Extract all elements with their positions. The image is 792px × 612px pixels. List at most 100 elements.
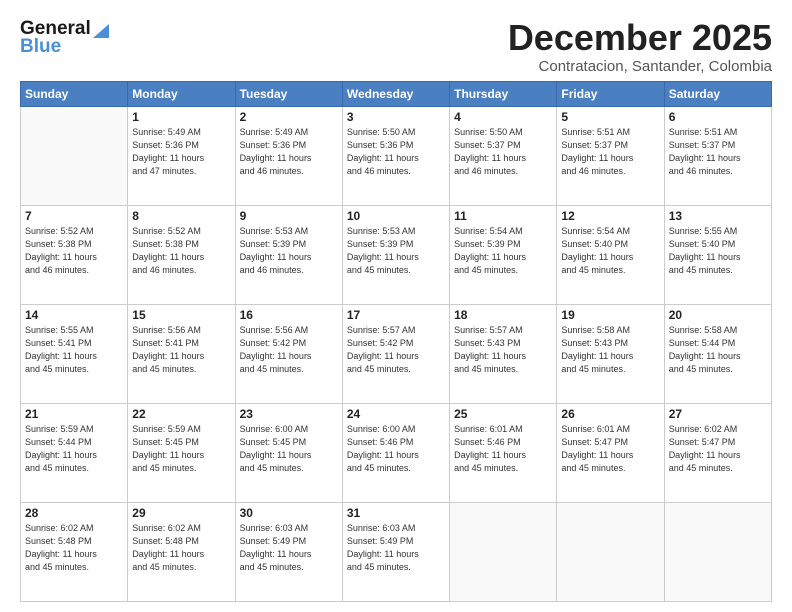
calendar-table: SundayMondayTuesdayWednesdayThursdayFrid… <box>20 81 772 602</box>
calendar-cell: 21 Sunrise: 5:59 AM Sunset: 5:44 PM Dayli… <box>21 403 128 502</box>
day-info: Sunrise: 5:54 AM Sunset: 5:39 PM Dayligh… <box>454 225 552 277</box>
day-number: 21 <box>25 407 123 421</box>
calendar-cell: 17Sunrise: 5:57 AM Sunset: 5:42 PM Dayli… <box>342 304 449 403</box>
calendar-week-row: 21 Sunrise: 5:59 AM Sunset: 5:44 PM Dayli… <box>21 403 772 502</box>
day-number: 20 <box>669 308 767 322</box>
day-number: 15 <box>132 308 230 322</box>
calendar-cell: 30 Sunrise: 6:03 AM Sunset: 5:49 PM Dayli… <box>235 502 342 601</box>
day-number: 6 <box>669 110 767 124</box>
weekday-header: Tuesday <box>235 81 342 106</box>
page: General Blue December 2025 Contratacion,… <box>0 0 792 612</box>
calendar-cell <box>664 502 771 601</box>
day-info: Sunrise: 6:02 AM Sunset: 5:48 PM Dayligh… <box>25 522 123 574</box>
day-info: Sunrise: 5:56 AM Sunset: 5:41 PM Dayligh… <box>132 324 230 376</box>
day-info: Sunrise: 5:59 AM Sunset: 5:44 PM Dayligh… <box>25 423 123 475</box>
day-number: 27 <box>669 407 767 421</box>
calendar-cell: 31 Sunrise: 6:03 AM Sunset: 5:49 PM Dayli… <box>342 502 449 601</box>
day-info: Sunrise: 5:50 AM Sunset: 5:36 PM Dayligh… <box>347 126 445 178</box>
calendar-week-row: 14 Sunrise: 5:55 AM Sunset: 5:41 PM Dayli… <box>21 304 772 403</box>
day-number: 14 <box>25 308 123 322</box>
calendar-cell: 1 Sunrise: 5:49 AM Sunset: 5:36 PM Daylig… <box>128 106 235 205</box>
day-number: 10 <box>347 209 445 223</box>
day-number: 3 <box>347 110 445 124</box>
calendar-cell: 28 Sunrise: 6:02 AM Sunset: 5:48 PM Dayli… <box>21 502 128 601</box>
calendar-week-row: 28 Sunrise: 6:02 AM Sunset: 5:48 PM Dayli… <box>21 502 772 601</box>
day-info: Sunrise: 5:53 AM Sunset: 5:39 PM Dayligh… <box>240 225 338 277</box>
calendar-cell: 14 Sunrise: 5:55 AM Sunset: 5:41 PM Dayli… <box>21 304 128 403</box>
calendar-cell: 23Sunrise: 6:00 AM Sunset: 5:45 PM Dayli… <box>235 403 342 502</box>
day-number: 7 <box>25 209 123 223</box>
header: General Blue December 2025 Contratacion,… <box>20 18 772 75</box>
day-number: 28 <box>25 506 123 520</box>
day-number: 4 <box>454 110 552 124</box>
calendar-cell: 27 Sunrise: 6:02 AM Sunset: 5:47 PM Dayli… <box>664 403 771 502</box>
day-number: 29 <box>132 506 230 520</box>
calendar-cell: 9Sunrise: 5:53 AM Sunset: 5:39 PM Daylig… <box>235 205 342 304</box>
calendar-cell: 16 Sunrise: 5:56 AM Sunset: 5:42 PM Dayli… <box>235 304 342 403</box>
day-info: Sunrise: 6:02 AM Sunset: 5:47 PM Dayligh… <box>669 423 767 475</box>
day-number: 31 <box>347 506 445 520</box>
day-number: 24 <box>347 407 445 421</box>
calendar-cell: 22 Sunrise: 5:59 AM Sunset: 5:45 PM Dayli… <box>128 403 235 502</box>
calendar-cell: 15 Sunrise: 5:56 AM Sunset: 5:41 PM Dayli… <box>128 304 235 403</box>
calendar-cell: 11 Sunrise: 5:54 AM Sunset: 5:39 PM Dayli… <box>450 205 557 304</box>
day-info: Sunrise: 5:56 AM Sunset: 5:42 PM Dayligh… <box>240 324 338 376</box>
day-number: 2 <box>240 110 338 124</box>
calendar-cell: 29 Sunrise: 6:02 AM Sunset: 5:48 PM Dayli… <box>128 502 235 601</box>
calendar-header-row: SundayMondayTuesdayWednesdayThursdayFrid… <box>21 81 772 106</box>
calendar-cell: 25 Sunrise: 6:01 AM Sunset: 5:46 PM Dayli… <box>450 403 557 502</box>
day-number: 5 <box>561 110 659 124</box>
weekday-header: Sunday <box>21 81 128 106</box>
day-info: Sunrise: 5:58 AM Sunset: 5:44 PM Dayligh… <box>669 324 767 376</box>
title-block: December 2025 Contratacion, Santander, C… <box>508 18 772 75</box>
day-number: 25 <box>454 407 552 421</box>
day-number: 30 <box>240 506 338 520</box>
weekday-header: Thursday <box>450 81 557 106</box>
day-info: Sunrise: 5:59 AM Sunset: 5:45 PM Dayligh… <box>132 423 230 475</box>
calendar-cell: 13Sunrise: 5:55 AM Sunset: 5:40 PM Dayli… <box>664 205 771 304</box>
calendar-cell: 8Sunrise: 5:52 AM Sunset: 5:38 PM Daylig… <box>128 205 235 304</box>
weekday-header: Wednesday <box>342 81 449 106</box>
location-subtitle: Contratacion, Santander, Colombia <box>508 58 772 75</box>
day-number: 16 <box>240 308 338 322</box>
day-info: Sunrise: 5:49 AM Sunset: 5:36 PM Dayligh… <box>132 126 230 178</box>
day-info: Sunrise: 5:52 AM Sunset: 5:38 PM Dayligh… <box>25 225 123 277</box>
day-info: Sunrise: 6:01 AM Sunset: 5:47 PM Dayligh… <box>561 423 659 475</box>
day-info: Sunrise: 5:57 AM Sunset: 5:42 PM Dayligh… <box>347 324 445 376</box>
day-info: Sunrise: 5:51 AM Sunset: 5:37 PM Dayligh… <box>561 126 659 178</box>
day-info: Sunrise: 6:03 AM Sunset: 5:49 PM Dayligh… <box>347 522 445 574</box>
day-info: Sunrise: 5:55 AM Sunset: 5:41 PM Dayligh… <box>25 324 123 376</box>
weekday-header: Saturday <box>664 81 771 106</box>
calendar-cell: 3 Sunrise: 5:50 AM Sunset: 5:36 PM Daylig… <box>342 106 449 205</box>
calendar-cell: 19 Sunrise: 5:58 AM Sunset: 5:43 PM Dayli… <box>557 304 664 403</box>
weekday-header: Monday <box>128 81 235 106</box>
day-number: 22 <box>132 407 230 421</box>
day-info: Sunrise: 6:03 AM Sunset: 5:49 PM Dayligh… <box>240 522 338 574</box>
day-info: Sunrise: 6:02 AM Sunset: 5:48 PM Dayligh… <box>132 522 230 574</box>
day-number: 12 <box>561 209 659 223</box>
day-info: Sunrise: 5:51 AM Sunset: 5:37 PM Dayligh… <box>669 126 767 178</box>
day-info: Sunrise: 6:01 AM Sunset: 5:46 PM Dayligh… <box>454 423 552 475</box>
calendar-cell: 6 Sunrise: 5:51 AM Sunset: 5:37 PM Daylig… <box>664 106 771 205</box>
calendar-week-row: 7 Sunrise: 5:52 AM Sunset: 5:38 PM Daylig… <box>21 205 772 304</box>
calendar-cell: 26 Sunrise: 6:01 AM Sunset: 5:47 PM Dayli… <box>557 403 664 502</box>
day-number: 1 <box>132 110 230 124</box>
calendar-cell: 12 Sunrise: 5:54 AM Sunset: 5:40 PM Dayli… <box>557 205 664 304</box>
day-info: Sunrise: 5:53 AM Sunset: 5:39 PM Dayligh… <box>347 225 445 277</box>
day-info: Sunrise: 6:00 AM Sunset: 5:45 PM Dayligh… <box>240 423 338 475</box>
calendar-cell: 4Sunrise: 5:50 AM Sunset: 5:37 PM Daylig… <box>450 106 557 205</box>
calendar-cell: 24 Sunrise: 6:00 AM Sunset: 5:46 PM Dayli… <box>342 403 449 502</box>
calendar-cell: 20 Sunrise: 5:58 AM Sunset: 5:44 PM Dayli… <box>664 304 771 403</box>
day-number: 26 <box>561 407 659 421</box>
calendar-cell: 10 Sunrise: 5:53 AM Sunset: 5:39 PM Dayli… <box>342 205 449 304</box>
day-info: Sunrise: 5:54 AM Sunset: 5:40 PM Dayligh… <box>561 225 659 277</box>
calendar-cell: 2Sunrise: 5:49 AM Sunset: 5:36 PM Daylig… <box>235 106 342 205</box>
calendar-cell: 7 Sunrise: 5:52 AM Sunset: 5:38 PM Daylig… <box>21 205 128 304</box>
day-number: 19 <box>561 308 659 322</box>
day-number: 8 <box>132 209 230 223</box>
day-number: 11 <box>454 209 552 223</box>
calendar-cell <box>450 502 557 601</box>
day-info: Sunrise: 5:55 AM Sunset: 5:40 PM Dayligh… <box>669 225 767 277</box>
day-info: Sunrise: 6:00 AM Sunset: 5:46 PM Dayligh… <box>347 423 445 475</box>
day-info: Sunrise: 5:58 AM Sunset: 5:43 PM Dayligh… <box>561 324 659 376</box>
